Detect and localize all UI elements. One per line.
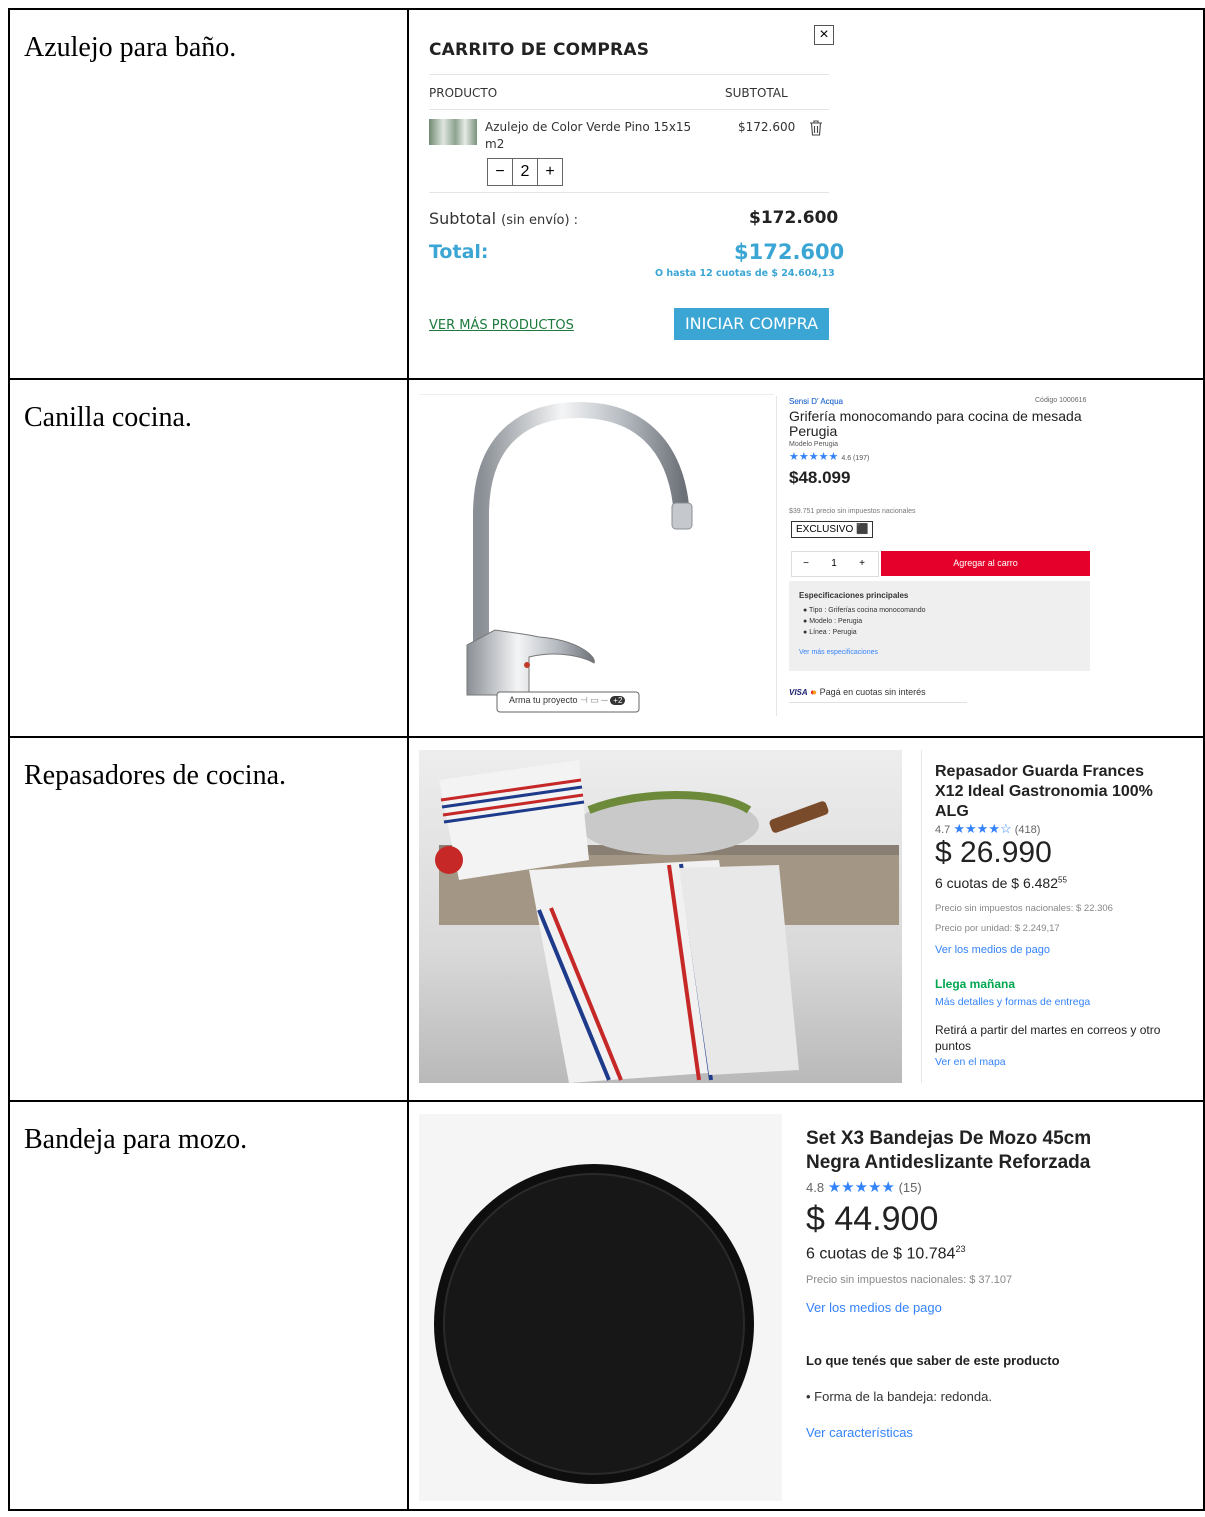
spec-item: ● Modelo : Perugia [803, 618, 863, 625]
increase-button[interactable]: + [848, 552, 876, 576]
row-label: Bandeja para mozo. [24, 1124, 248, 1155]
increase-button[interactable]: + [538, 159, 562, 185]
close-icon[interactable]: × [814, 25, 834, 45]
towel-image[interactable] [419, 750, 902, 1083]
specs-title: Especificaciones principales [799, 591, 909, 600]
rating-stars[interactable]: 4.8 ★★★★★ (15) [806, 1178, 922, 1196]
row-label: Azulejo para baño. [24, 32, 237, 63]
faucet-illustration [466, 401, 693, 713]
product-code: Código 1000616 [1035, 397, 1087, 404]
column-header-product: PRODUCTO [429, 86, 498, 100]
price-no-tax: Precio sin impuestos nacionales: $ 37.10… [806, 1274, 1013, 1286]
project-button[interactable]: Arma tu proyecto ⊣ ▭ ─ +2 [509, 695, 626, 706]
exclusive-badge: EXCLUSIVO ⬛ [791, 521, 874, 538]
price-no-tax: Precio sin impuestos nacionales: $ 22.30… [935, 903, 1113, 914]
tray-illustration [434, 1164, 754, 1484]
towel-illustration [435, 760, 899, 1083]
add-to-cart-button[interactable]: Agregar al carro [881, 551, 1090, 576]
price-no-tax: $39.751 precio sin impuestos nacionales [789, 508, 916, 515]
payment-info: VISA ●● Pagá en cuotas sin interés [789, 687, 926, 697]
more-products-link[interactable]: VER MÁS PRODUCTOS [429, 318, 574, 333]
brand-name[interactable]: Sensi D' Acqua [789, 397, 843, 406]
row-label-cell: Repasadores de cocina. [8, 736, 409, 1102]
subtotal-value: $172.600 [749, 208, 839, 228]
total-value: $172.600 [734, 240, 845, 264]
row-label-cell: Canilla cocina. [8, 378, 409, 738]
cart-title: CARRITO DE COMPRAS [429, 40, 650, 60]
total-label: Total: [429, 241, 489, 263]
towel-screenshot-cell: Repasador Guarda Frances X12 Ideal Gastro… [407, 736, 1205, 1102]
product-price: $ 44.900 [806, 1200, 939, 1238]
faucet-screenshot-cell: Arma tu proyecto ⊣ ▭ ─ +2 Sensi D' Acqua… [407, 378, 1205, 738]
key-feature-item: • Forma de la bandeja: redonda. [806, 1389, 992, 1404]
spec-item: ● Tipo : Griferías cocina monocomando [803, 607, 926, 614]
installments-text: O hasta 12 cuotas de $ 24.604,13 [655, 268, 835, 279]
more-specs-link[interactable]: Ver más especificaciones [799, 649, 878, 656]
tray-image[interactable] [419, 1114, 782, 1501]
start-purchase-button[interactable]: INICIAR COMPRA [674, 308, 829, 340]
tray-screenshot-cell: Set X3 Bandejas De Mozo 45cm Negra Antide… [407, 1100, 1205, 1511]
quantity-value[interactable]: 2 [513, 159, 538, 185]
delivery-details-link[interactable]: Más detalles y formas de entrega [935, 996, 1090, 1008]
installments: 6 cuotas de $ 6.48255 [935, 875, 1067, 891]
product-price: $ 26.990 [935, 836, 1052, 869]
cart-item-name[interactable]: Azulejo de Color Verde Pino 15x15 [485, 120, 691, 134]
rating-stars[interactable]: 4.7 ★★★★☆ (418) [935, 821, 1040, 837]
product-title-line2: Perugia [789, 423, 838, 439]
row-label-cell: Bandeja para mozo. [8, 1100, 409, 1511]
key-features-title: Lo que tenés que saber de este producto [806, 1353, 1060, 1368]
spec-item: ● Línea : Perugia [803, 629, 857, 636]
quantity-value[interactable]: 1 [820, 552, 848, 576]
payment-methods-link[interactable]: Ver los medios de pago [935, 944, 1050, 956]
installments: 6 cuotas de $ 10.78423 [806, 1244, 966, 1263]
specs-box: Especificaciones principales ● Tipo : Gr… [789, 581, 1090, 671]
decrease-button[interactable]: − [792, 552, 820, 576]
row-label: Repasadores de cocina. [24, 760, 286, 791]
subtotal-label: Subtotal (sin envío) : [429, 209, 579, 228]
product-title: Set X3 Bandejas De Mozo 45cm Negra Antide… [806, 1128, 1092, 1173]
features-link[interactable]: Ver características [806, 1425, 913, 1440]
product-thumbnail[interactable] [429, 119, 477, 145]
product-title-line1: Grifería monocomando para cocina de mesa… [789, 408, 1082, 424]
cart-item-price: $172.600 [738, 120, 796, 134]
payment-methods-link[interactable]: Ver los medios de pago [806, 1300, 942, 1315]
document-table: Azulejo para baño. CARRITO DE COMPRAS × … [8, 8, 1205, 1511]
quantity-stepper[interactable]: − 2 + [487, 158, 563, 186]
product-model: Modelo Perugia [789, 441, 839, 448]
map-link[interactable]: Ver en el mapa [935, 1056, 1006, 1068]
cart-item-name-unit: m2 [485, 137, 505, 151]
pickup-info: Retirá a partir del martes en correos y … [935, 1023, 1161, 1053]
row-label-cell: Azulejo para baño. [8, 8, 409, 380]
cart-screenshot-cell: CARRITO DE COMPRAS × PRODUCTO SUBTOTAL A… [407, 8, 1205, 380]
decrease-button[interactable]: − [488, 159, 513, 185]
product-title: Repasador Guarda Frances X12 Ideal Gastro… [935, 763, 1153, 820]
column-header-subtotal: SUBTOTAL [725, 86, 788, 100]
rating-stars[interactable]: ★★★★★ 4.6 (197) [789, 450, 869, 463]
product-price: $48.099 [789, 468, 851, 487]
faucet-image[interactable]: Arma tu proyecto ⊣ ▭ ─ +2 [419, 394, 774, 718]
trash-icon[interactable] [809, 120, 823, 136]
delivery-status: Llega mañana [935, 977, 1016, 991]
faucet-quantity-stepper[interactable]: − 1 + [791, 551, 879, 577]
row-label: Canilla cocina. [24, 402, 192, 433]
unit-price: Precio por unidad: $ 2.249,17 [935, 923, 1060, 934]
